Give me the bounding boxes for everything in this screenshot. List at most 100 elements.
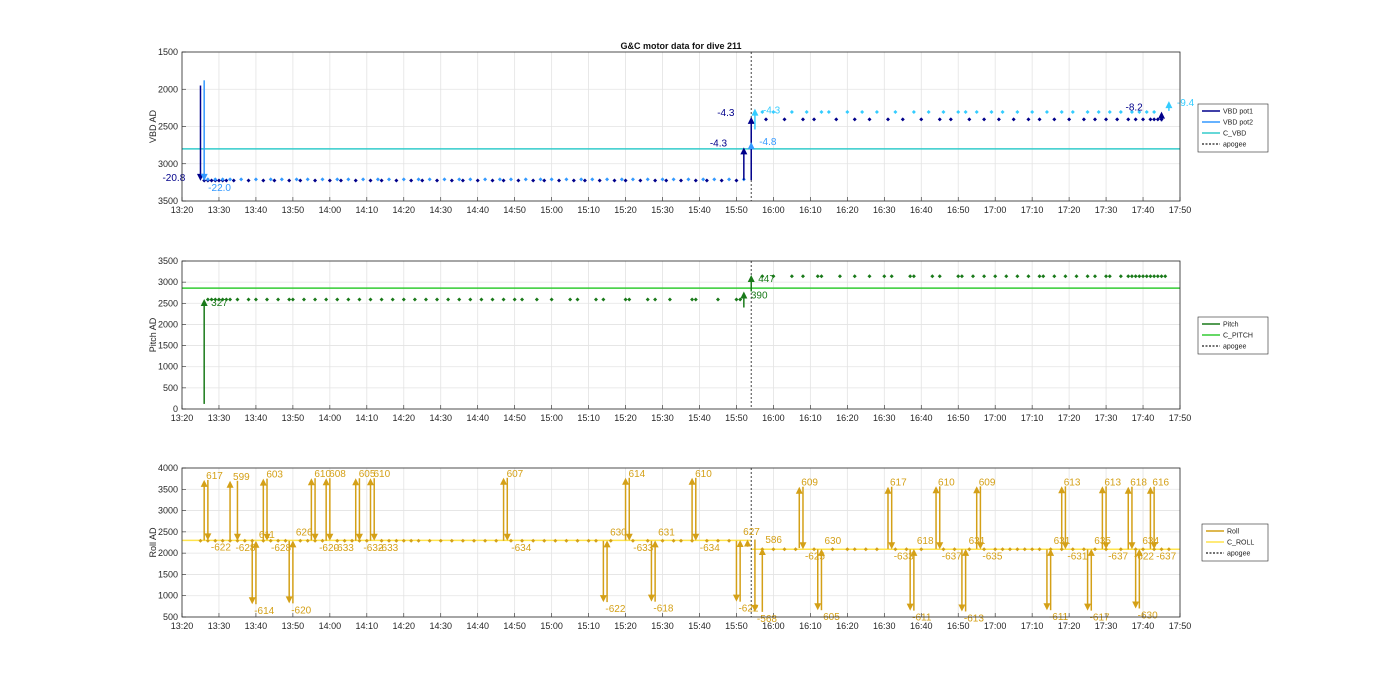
x-tick-label: 17:20 xyxy=(1058,413,1081,423)
x-tick-label: 17:40 xyxy=(1132,205,1155,215)
legend: Roll C_ROLLapogee xyxy=(1201,523,1269,562)
y-tick-label: 4000 xyxy=(158,463,178,473)
x-tick-label: 17:30 xyxy=(1095,413,1118,423)
arrow-label: 613 xyxy=(1104,477,1121,488)
x-tick-label: 17:30 xyxy=(1095,205,1118,215)
x-tick-label: 14:50 xyxy=(503,621,526,631)
x-tick-label: 17:40 xyxy=(1132,413,1155,423)
y-tick-label: 3000 xyxy=(158,159,178,169)
pitch-panel: 13:20 13:30 13:40 13:50 14:00 14:10 14:20 14:30… xyxy=(148,256,1269,423)
y-tick-label: 3500 xyxy=(158,484,178,494)
x-tick-label: 15:30 xyxy=(651,413,674,423)
arrow-label: -4.3 xyxy=(710,138,728,149)
x-tick-label: 13:20 xyxy=(171,205,194,215)
legend-label: apogee xyxy=(1227,551,1250,558)
y-tick-label: 1500 xyxy=(158,569,178,579)
x-tick-label: 14:00 xyxy=(319,413,342,423)
x-tick-label: 15:00 xyxy=(540,413,563,423)
y-tick-label: 500 xyxy=(163,383,178,393)
arrow-label: 631 xyxy=(658,527,675,538)
x-tick-label: 17:10 xyxy=(1021,205,1044,215)
arrow-label: -622 xyxy=(211,542,231,553)
arrow-label: -4.3 xyxy=(717,108,735,119)
y-tick-label: 1000 xyxy=(158,362,178,372)
x-tick-label: 13:40 xyxy=(245,413,268,423)
x-tick-label: 14:00 xyxy=(319,621,342,631)
arrow-label: 603 xyxy=(266,470,283,481)
x-tick-label: 16:20 xyxy=(836,413,859,423)
x-tick-label: 15:50 xyxy=(725,205,748,215)
x-tick-label: 15:50 xyxy=(725,413,748,423)
x-tick-label: 14:30 xyxy=(429,205,452,215)
arrow-label: -631 xyxy=(1067,551,1087,562)
arrow-label: 617 xyxy=(890,478,907,489)
x-tick-label: 15:20 xyxy=(614,205,637,215)
arrow-label: -620 xyxy=(291,605,311,616)
y-tick-label: 2000 xyxy=(158,319,178,329)
x-tick-label: 13:30 xyxy=(208,413,231,423)
y-tick-label: 2000 xyxy=(158,84,178,94)
x-tick-label: 17:00 xyxy=(984,205,1007,215)
legend-label: apogee xyxy=(1223,344,1246,351)
arrow-label: -633 xyxy=(894,551,914,562)
x-tick-label: 16:00 xyxy=(762,413,785,423)
x-tick-label: 17:00 xyxy=(984,621,1007,631)
y-tick-label: 0 xyxy=(173,404,178,414)
arrow-label: -613 xyxy=(964,613,984,624)
arrow-label: 616 xyxy=(1152,478,1169,489)
y-axis-label: Roll AD xyxy=(148,527,158,558)
x-tick-label: 16:00 xyxy=(762,205,785,215)
x-tick-label: 17:00 xyxy=(984,413,1007,423)
x-tick-label: 16:30 xyxy=(873,413,896,423)
x-tick-label: 13:50 xyxy=(282,413,305,423)
arrow-label: 613 xyxy=(1064,477,1081,488)
arrow-label: -633 xyxy=(334,543,354,554)
x-tick-label: 16:10 xyxy=(799,621,822,631)
x-tick-label: 17:10 xyxy=(1021,413,1044,423)
arrow-label: -568 xyxy=(757,614,777,625)
arrow-label: -611 xyxy=(1049,612,1069,623)
x-tick-label: 15:20 xyxy=(614,413,637,423)
arrow-label: -22.0 xyxy=(208,183,231,194)
y-tick-label: 3500 xyxy=(158,256,178,266)
arrow-label: 630 xyxy=(824,536,841,547)
legend-label: VBD pot2 xyxy=(1223,120,1253,127)
arrow-label: 614 xyxy=(629,469,646,480)
y-tick-label: 2500 xyxy=(158,122,178,132)
x-tick-label: 15:50 xyxy=(725,621,748,631)
x-tick-label: 14:00 xyxy=(319,205,342,215)
x-tick-label: 16:40 xyxy=(910,205,933,215)
arrow-label: -633 xyxy=(378,543,398,554)
legend-label: VBD pot1 xyxy=(1223,109,1253,116)
x-tick-label: 17:50 xyxy=(1169,413,1192,423)
x-tick-label: 17:20 xyxy=(1058,205,1081,215)
arrow-label: 607 xyxy=(507,469,524,480)
x-tick-label: 14:40 xyxy=(466,621,489,631)
legend-label: Roll xyxy=(1227,529,1240,536)
legend-label: C_ROLL xyxy=(1227,540,1254,547)
x-tick-label: 16:20 xyxy=(836,205,859,215)
x-tick-label: 13:30 xyxy=(208,621,231,631)
x-tick-label: 15:00 xyxy=(540,205,563,215)
arrow-label: -637 xyxy=(942,551,962,562)
y-axis-label: VBD AD xyxy=(148,109,158,143)
x-tick-label: 15:00 xyxy=(540,621,563,631)
x-tick-label: 13:50 xyxy=(282,621,305,631)
arrow-label: 609 xyxy=(801,478,818,489)
arrow-label: 608 xyxy=(329,469,346,480)
arrow-label: -9.4 xyxy=(1177,98,1195,109)
arrow-label: 618 xyxy=(917,536,934,547)
arrow-label: 630 xyxy=(610,527,627,538)
y-axis-label: Pitch AD xyxy=(148,317,158,352)
x-tick-label: 13:40 xyxy=(245,205,268,215)
x-tick-label: 17:50 xyxy=(1169,205,1192,215)
x-tick-label: 14:10 xyxy=(356,413,379,423)
arrow-label: 609 xyxy=(979,477,996,488)
x-tick-label: 13:30 xyxy=(208,205,231,215)
x-tick-label: 14:50 xyxy=(503,413,526,423)
y-tick-label: 2500 xyxy=(158,298,178,308)
legend-label: C_PITCH xyxy=(1223,333,1253,340)
x-tick-label: 16:10 xyxy=(799,413,822,423)
x-tick-label: 15:30 xyxy=(651,621,674,631)
arrow-label: -633 xyxy=(633,543,653,554)
